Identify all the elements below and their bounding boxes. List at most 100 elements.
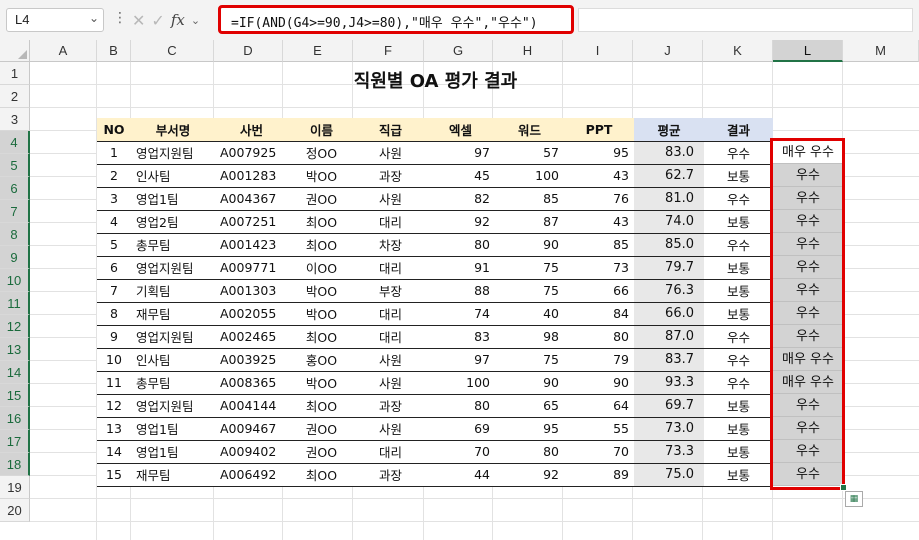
table-cell[interactable]: 대리	[355, 256, 426, 280]
table-cell[interactable]: 영업2팀	[131, 210, 215, 234]
table-cell[interactable]: 인사팀	[131, 164, 215, 188]
column-header-a[interactable]: A	[30, 40, 97, 62]
table-cell[interactable]: 인사팀	[131, 348, 215, 372]
table-cell[interactable]: 79.7	[634, 256, 704, 280]
table-cell[interactable]: A001283	[215, 164, 288, 188]
result-cell[interactable]: 우수	[773, 164, 843, 187]
table-cell[interactable]: 재무팀	[131, 463, 215, 487]
column-header-b[interactable]: B	[97, 40, 131, 62]
column-header-g[interactable]: G	[424, 40, 493, 62]
table-cell[interactable]: 과장	[355, 164, 426, 188]
table-cell[interactable]: 82	[426, 187, 495, 211]
table-cell[interactable]: 74	[426, 302, 495, 326]
header-cell[interactable]: 워드	[495, 118, 564, 142]
table-cell[interactable]: A008365	[215, 371, 288, 395]
row-header[interactable]: 10	[0, 269, 30, 292]
table-cell[interactable]: 박OO	[288, 302, 355, 326]
table-cell[interactable]: 90	[564, 371, 634, 395]
table-cell[interactable]: 홍OO	[288, 348, 355, 372]
table-cell[interactable]: 대리	[355, 325, 426, 349]
table-cell[interactable]: 최OO	[288, 210, 355, 234]
row-header[interactable]: 2	[0, 85, 30, 108]
table-cell[interactable]: 98	[495, 325, 564, 349]
table-cell[interactable]: 과장	[355, 394, 426, 418]
column-header-f[interactable]: F	[353, 40, 424, 62]
table-cell[interactable]: 권OO	[288, 187, 355, 211]
result-cell[interactable]: 우수	[773, 325, 843, 348]
table-cell[interactable]: 영업1팀	[131, 417, 215, 441]
table-cell[interactable]: 15	[97, 463, 131, 487]
row-header[interactable]: 6	[0, 177, 30, 200]
table-cell[interactable]: A006492	[215, 463, 288, 487]
table-cell[interactable]: 사원	[355, 187, 426, 211]
table-cell[interactable]: 권OO	[288, 440, 355, 464]
table-cell[interactable]: 대리	[355, 210, 426, 234]
table-cell[interactable]: 79	[564, 348, 634, 372]
table-cell[interactable]: 최OO	[288, 233, 355, 257]
table-cell[interactable]: 과장	[355, 463, 426, 487]
table-cell[interactable]: 우수	[704, 325, 773, 349]
table-cell[interactable]: 최OO	[288, 394, 355, 418]
column-header-h[interactable]: H	[493, 40, 563, 62]
table-cell[interactable]: 75	[495, 279, 564, 303]
table-cell[interactable]: 보통	[704, 256, 773, 280]
table-cell[interactable]: 박OO	[288, 164, 355, 188]
table-cell[interactable]: 70	[564, 440, 634, 464]
header-cell[interactable]: PPT	[564, 118, 634, 142]
table-cell[interactable]: 13	[97, 417, 131, 441]
table-cell[interactable]: 대리	[355, 440, 426, 464]
result-cell[interactable]: 매우 우수	[773, 348, 843, 371]
header-cell[interactable]: 결과	[704, 118, 773, 142]
table-cell[interactable]: 8	[97, 302, 131, 326]
row-header[interactable]: 15	[0, 384, 30, 407]
table-cell[interactable]: 사원	[355, 348, 426, 372]
table-cell[interactable]: 55	[564, 417, 634, 441]
column-header-j[interactable]: J	[633, 40, 703, 62]
select-all-corner[interactable]	[0, 40, 30, 62]
name-box[interactable]: L4 ⌄	[6, 8, 104, 32]
table-cell[interactable]: 재무팀	[131, 302, 215, 326]
table-cell[interactable]: 우수	[704, 371, 773, 395]
table-cell[interactable]: 영업1팀	[131, 187, 215, 211]
header-cell[interactable]: 이름	[288, 118, 355, 142]
table-cell[interactable]: 87	[495, 210, 564, 234]
table-cell[interactable]: 5	[97, 233, 131, 257]
table-cell[interactable]: 보통	[704, 302, 773, 326]
table-cell[interactable]: 12	[97, 394, 131, 418]
result-cell[interactable]: 우수	[773, 210, 843, 233]
table-cell[interactable]: 92	[426, 210, 495, 234]
table-cell[interactable]: 보통	[704, 164, 773, 188]
result-cell[interactable]: 우수	[773, 440, 843, 463]
table-cell[interactable]: A007251	[215, 210, 288, 234]
row-header[interactable]: 3	[0, 108, 30, 131]
header-cell[interactable]: 직급	[355, 118, 426, 142]
table-cell[interactable]: 대리	[355, 302, 426, 326]
table-cell[interactable]: 부장	[355, 279, 426, 303]
table-cell[interactable]: 92	[495, 463, 564, 487]
table-cell[interactable]: 사원	[355, 417, 426, 441]
table-cell[interactable]: 80	[426, 233, 495, 257]
result-cell[interactable]: 우수	[773, 302, 843, 325]
table-cell[interactable]: 90	[495, 371, 564, 395]
table-cell[interactable]: 40	[495, 302, 564, 326]
table-cell[interactable]: 영업1팀	[131, 440, 215, 464]
table-cell[interactable]: 70	[426, 440, 495, 464]
column-header-d[interactable]: D	[214, 40, 283, 62]
table-cell[interactable]: 75.0	[634, 463, 704, 487]
table-cell[interactable]: 사원	[355, 371, 426, 395]
table-cell[interactable]: A003925	[215, 348, 288, 372]
table-cell[interactable]: 6	[97, 256, 131, 280]
result-cell[interactable]: 우수	[773, 187, 843, 210]
row-header[interactable]: 1	[0, 62, 30, 85]
table-cell[interactable]: 영업지원팀	[131, 256, 215, 280]
table-cell[interactable]: A009402	[215, 440, 288, 464]
row-header[interactable]: 5	[0, 154, 30, 177]
table-cell[interactable]: 87.0	[634, 325, 704, 349]
table-cell[interactable]: 우수	[704, 187, 773, 211]
table-cell[interactable]: 보통	[704, 417, 773, 441]
table-cell[interactable]: 95	[564, 141, 634, 165]
table-cell[interactable]: 57	[495, 141, 564, 165]
header-cell[interactable]: NO	[97, 118, 131, 142]
table-cell[interactable]: 45	[426, 164, 495, 188]
header-cell[interactable]: 평균	[634, 118, 704, 142]
